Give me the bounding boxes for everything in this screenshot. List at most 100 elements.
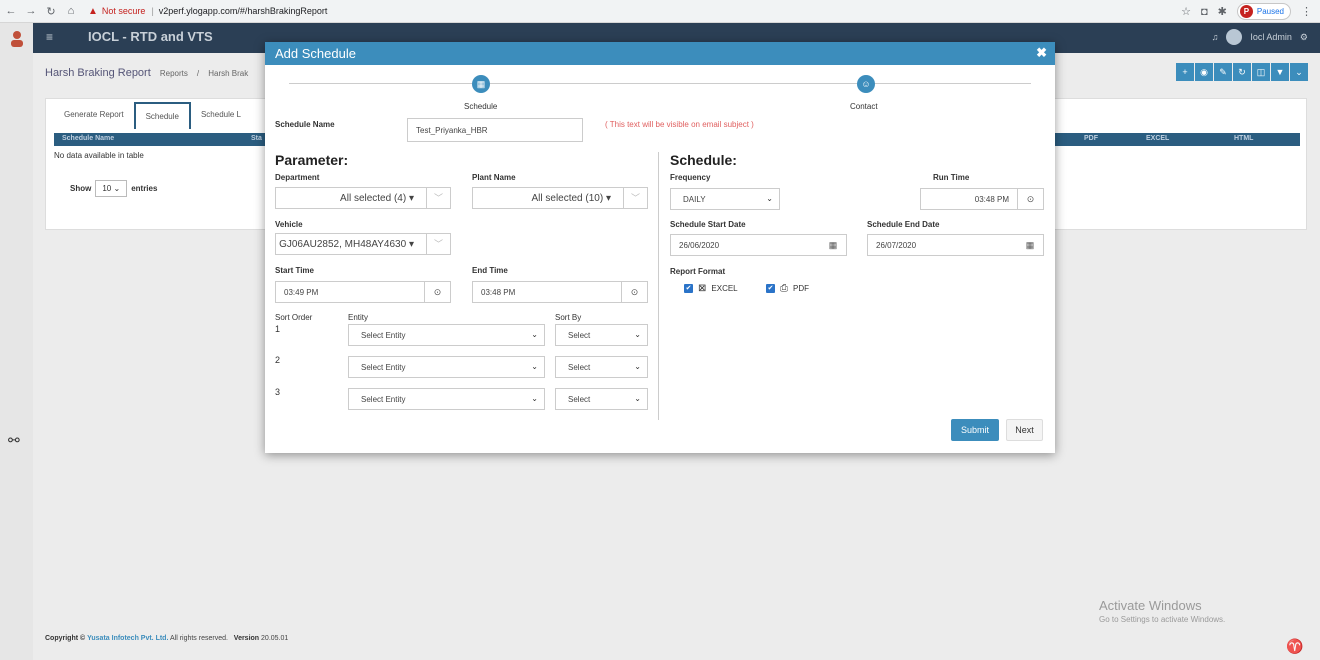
- close-icon[interactable]: ✖: [1036, 45, 1047, 61]
- tab-schedule[interactable]: Schedule: [133, 102, 191, 129]
- chevron-down-icon: ⌄: [634, 330, 641, 339]
- forward-icon[interactable]: →: [22, 5, 40, 17]
- sort-by-select-1[interactable]: Select ⌄: [555, 324, 648, 346]
- view-icon[interactable]: ◉: [1195, 63, 1213, 81]
- schedule-name-label: Schedule Name: [275, 120, 335, 129]
- clock-icon[interactable]: ⊙: [424, 282, 450, 302]
- link-icon[interactable]: ⚯: [8, 432, 20, 449]
- settings-icon[interactable]: ⚙: [1300, 32, 1308, 43]
- reload-icon[interactable]: ↻: [42, 5, 60, 18]
- add-schedule-modal: Add Schedule ✖ ▦ Schedule ☺ Contact Sche…: [265, 42, 1055, 453]
- entity-label: Entity: [348, 313, 369, 322]
- chevron-down-icon: ⌄: [766, 194, 773, 203]
- checkbox-checked-icon[interactable]: ✔: [684, 284, 693, 293]
- add-icon[interactable]: +: [1176, 63, 1194, 81]
- chevron-down-icon: ﹀: [623, 188, 647, 208]
- col-pdf[interactable]: PDF: [1084, 135, 1098, 142]
- pdf-checkbox[interactable]: ✔ ⎙ PDF: [766, 283, 809, 294]
- vehicle-label: Vehicle: [275, 220, 303, 229]
- excel-checkbox[interactable]: ✔ ⊠ EXCEL: [684, 283, 738, 294]
- extension-icon[interactable]: ◘: [1201, 6, 1208, 18]
- col-excel[interactable]: EXCEL: [1146, 135, 1169, 142]
- plant-name-label: Plant Name: [472, 173, 516, 182]
- col-html[interactable]: HTML: [1234, 135, 1253, 142]
- refresh-icon[interactable]: ↻: [1233, 63, 1251, 81]
- filter-icon[interactable]: ▼: [1271, 63, 1289, 81]
- schedule-end-date-input[interactable]: 26/07/2020 ▦: [867, 234, 1044, 256]
- sort-by-label: Sort By: [555, 313, 582, 322]
- col-schedule-name[interactable]: Schedule Name: [62, 135, 114, 142]
- company-link[interactable]: Yusata Infotech Pvt. Ltd.: [87, 635, 168, 642]
- sort-by-select-3[interactable]: Select ⌄: [555, 388, 648, 410]
- calendar-icon[interactable]: ▦: [1017, 235, 1043, 255]
- edit-icon[interactable]: ✎: [1214, 63, 1232, 81]
- start-time-input[interactable]: 03:49 PM ⊙: [275, 281, 451, 303]
- modal-title: Add Schedule: [275, 46, 356, 61]
- tab-generate-report[interactable]: Generate Report: [54, 102, 134, 129]
- chevron-down-icon: ⌄: [634, 362, 641, 371]
- schedule-title: Schedule:: [670, 152, 737, 168]
- url-text: v2perf.ylogapp.com/#/harshBrakingReport: [158, 6, 328, 16]
- toggle-icon[interactable]: ◫: [1252, 63, 1270, 81]
- tab-schedule-list[interactable]: Schedule L: [191, 102, 251, 129]
- calendar-step-icon[interactable]: ▦: [472, 75, 490, 93]
- run-time-input[interactable]: 03:48 PM ⊙: [920, 188, 1044, 210]
- checkbox-checked-icon[interactable]: ✔: [766, 284, 775, 293]
- end-time-input[interactable]: 03:48 PM ⊙: [472, 281, 648, 303]
- entity-select-1[interactable]: Select Entity ⌄: [348, 324, 545, 346]
- left-strip: [0, 23, 33, 660]
- chevron-down-icon: ﹀: [426, 188, 450, 208]
- user-name[interactable]: Iocl Admin: [1250, 32, 1292, 42]
- breadcrumb-current: Harsh Brak: [208, 69, 249, 78]
- submit-button[interactable]: Submit: [951, 419, 999, 441]
- footer: Copyright © Yusata Infotech Pvt. Ltd. Al…: [33, 631, 1320, 660]
- frequency-select[interactable]: DAILY ⌄: [670, 188, 780, 210]
- sort-row-number: 2: [275, 355, 281, 365]
- hamburger-icon[interactable]: ≡: [46, 30, 53, 44]
- chevron-down-icon: ﹀: [426, 234, 450, 254]
- windows-watermark: Activate Windows Go to Settings to activ…: [1099, 598, 1226, 624]
- app-title: IOCL - RTD and VTS: [88, 29, 213, 44]
- bell-icon[interactable]: ♫: [1212, 32, 1219, 42]
- entity-select-2[interactable]: Select Entity ⌄: [348, 356, 545, 378]
- clock-icon[interactable]: ⊙: [1017, 189, 1043, 209]
- next-button[interactable]: Next: [1006, 419, 1043, 441]
- back-icon[interactable]: ←: [2, 5, 20, 17]
- contact-step-icon[interactable]: ☺: [857, 75, 875, 93]
- warning-icon: ▲: [88, 5, 98, 17]
- brand-logo-icon: ♈: [1286, 638, 1304, 654]
- breadcrumb-reports[interactable]: Reports: [160, 69, 188, 78]
- plant-name-select[interactable]: All selected (10) ▾ ﹀: [472, 187, 648, 209]
- step-schedule[interactable]: Schedule: [464, 102, 497, 111]
- clock-icon[interactable]: ⊙: [621, 282, 647, 302]
- address-bar[interactable]: ▲ Not secure | v2perf.ylogapp.com/#/hars…: [88, 6, 327, 17]
- home-icon[interactable]: ⌂: [62, 5, 80, 17]
- schedule-name-hint: ( This text will be visible on email sub…: [605, 120, 754, 129]
- department-select[interactable]: All selected (4) ▾ ﹀: [275, 187, 451, 209]
- sort-by-select-2[interactable]: Select ⌄: [555, 356, 648, 378]
- menu-kebab-icon[interactable]: ⋮: [1301, 5, 1312, 18]
- pdf-file-icon: ⎙: [780, 283, 788, 294]
- schedule-start-date-input[interactable]: 26/06/2020 ▦: [670, 234, 847, 256]
- puzzle-icon[interactable]: ✱: [1218, 5, 1227, 18]
- vehicle-select[interactable]: GJ06AU2852, MH48AY4630 ▾ ﹀: [275, 233, 451, 255]
- page-title: Harsh Braking Report: [45, 67, 151, 79]
- section-divider: [658, 152, 659, 420]
- profile-button[interactable]: P Paused: [1236, 3, 1291, 20]
- star-icon[interactable]: ☆: [1181, 5, 1191, 18]
- modal-header: Add Schedule ✖: [265, 42, 1055, 65]
- dropdown-icon[interactable]: ⌄: [1290, 63, 1308, 81]
- user-avatar-icon[interactable]: [8, 29, 26, 47]
- start-time-label: Start Time: [275, 266, 314, 275]
- frequency-label: Frequency: [670, 173, 711, 182]
- entity-select-3[interactable]: Select Entity ⌄: [348, 388, 545, 410]
- step-contact[interactable]: Contact: [850, 102, 878, 111]
- department-label: Department: [275, 173, 320, 182]
- end-time-label: End Time: [472, 266, 508, 275]
- col-status[interactable]: Sta: [251, 135, 262, 142]
- calendar-icon[interactable]: ▦: [820, 235, 846, 255]
- schedule-name-input[interactable]: Test_Priyanka_HBR: [407, 118, 583, 142]
- sort-order-label: Sort Order: [275, 313, 313, 322]
- entries-select[interactable]: 10 ⌄: [95, 180, 128, 197]
- admin-avatar[interactable]: [1226, 29, 1243, 45]
